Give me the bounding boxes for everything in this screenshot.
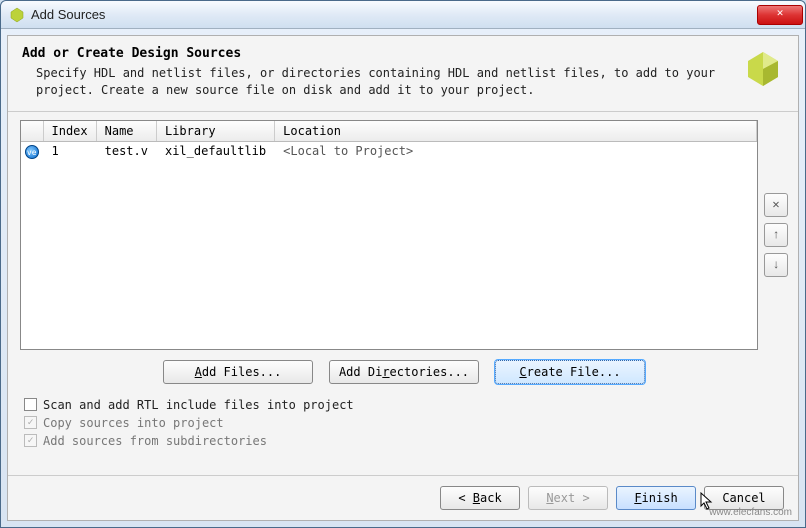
side-toolbar: ✕ ↑ ↓ [758,120,788,350]
add-directories-button[interactable]: Add Directories... [329,360,479,384]
vivado-logo-icon [742,48,784,90]
verilog-file-icon: ve [25,145,39,159]
col-index[interactable]: Index [43,121,96,142]
finish-button[interactable]: Finish [616,486,696,510]
dialog-window: Add Sources ✕ Add or Create Design Sourc… [0,0,806,528]
titlebar[interactable]: Add Sources ✕ [1,1,805,29]
create-file-button[interactable]: Create File... [495,360,645,384]
app-icon [9,7,25,23]
checkbox-icon[interactable] [24,398,37,411]
checkbox-label: Scan and add RTL include files into proj… [43,398,354,412]
page-title: Add or Create Design Sources [22,46,732,61]
page-description: Specify HDL and netlist files, or direct… [22,65,732,99]
copy-sources-option: ✓ Copy sources into project [24,414,788,432]
col-location[interactable]: Location [275,121,757,142]
checkbox-label: Copy sources into project [43,416,224,430]
add-files-button[interactable]: Add Files... [163,360,313,384]
checkbox-icon: ✓ [24,434,37,447]
cancel-button[interactable]: Cancel [704,486,784,510]
cell-name: test.v [96,141,156,161]
col-library[interactable]: Library [156,121,274,142]
sources-table[interactable]: Index Name Library Location ve 1 test.v [20,120,758,350]
options-area: Scan and add RTL include files into proj… [20,394,788,456]
checkbox-icon: ✓ [24,416,37,429]
table-row[interactable]: ve 1 test.v xil_defaultlib <Local to Pro… [21,141,757,161]
action-buttons: Add Files... Add Directories... Create F… [20,350,788,394]
move-up-button[interactable]: ↑ [764,223,788,247]
cell-index: 1 [43,141,96,161]
window-title: Add Sources [31,7,757,22]
add-subdirs-option: ✓ Add sources from subdirectories [24,432,788,450]
checkbox-label: Add sources from subdirectories [43,434,267,448]
remove-button[interactable]: ✕ [764,193,788,217]
close-button[interactable]: ✕ [757,5,803,25]
col-icon [21,121,43,142]
dialog-content: Add or Create Design Sources Specify HDL… [7,35,799,521]
wizard-footer: < Back Next > Finish Cancel [8,475,798,520]
cell-location: <Local to Project> [275,141,757,161]
main-area: Index Name Library Location ve 1 test.v [8,112,798,475]
header-area: Add or Create Design Sources Specify HDL… [8,36,798,112]
scan-rtl-option[interactable]: Scan and add RTL include files into proj… [24,396,788,414]
cell-library: xil_defaultlib [156,141,274,161]
col-name[interactable]: Name [96,121,156,142]
next-button: Next > [528,486,608,510]
move-down-button[interactable]: ↓ [764,253,788,277]
back-button[interactable]: < Back [440,486,520,510]
table-header-row: Index Name Library Location [21,121,757,142]
